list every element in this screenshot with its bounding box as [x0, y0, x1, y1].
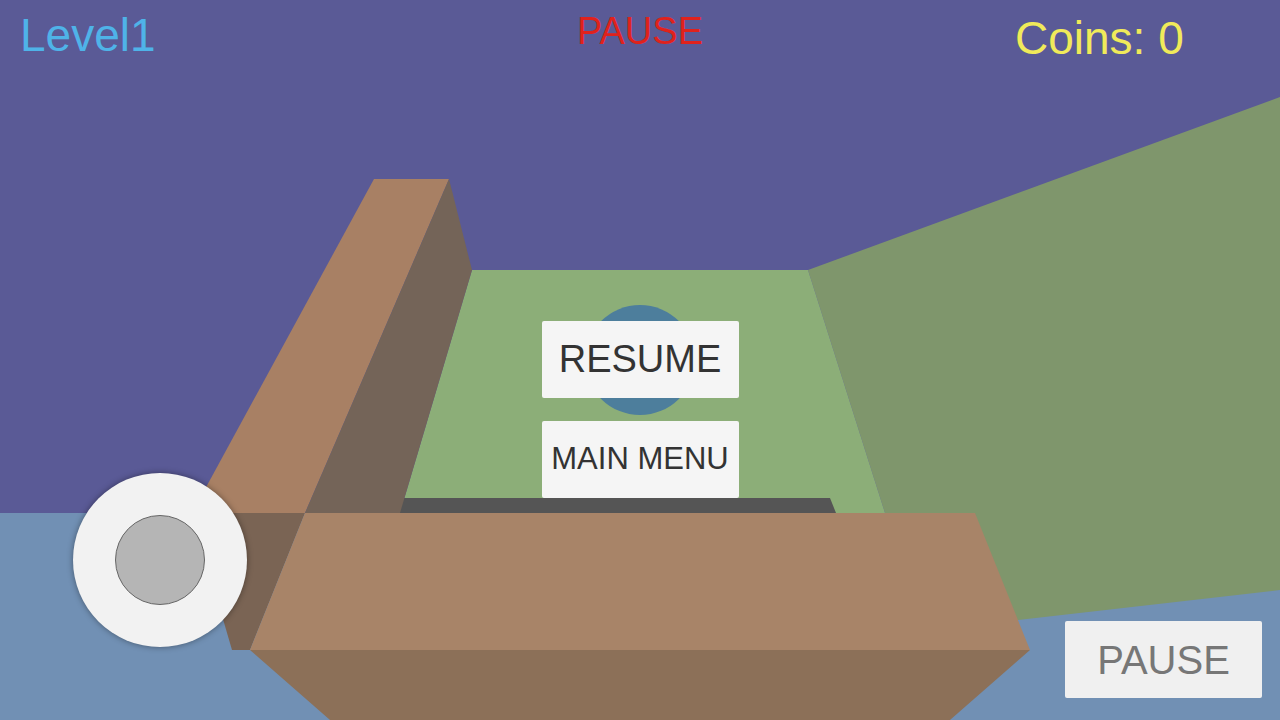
- game-screen: Level1 PAUSE Coins: 0 RESUME MAIN MENU PA…: [0, 0, 1280, 720]
- pause-title: PAUSE: [577, 12, 703, 50]
- pause-menu: RESUME MAIN MENU: [0, 321, 1280, 498]
- main-menu-button[interactable]: MAIN MENU: [542, 421, 739, 498]
- joystick-knob[interactable]: [115, 515, 205, 605]
- level-label: Level1: [20, 12, 156, 58]
- joystick[interactable]: [73, 473, 247, 647]
- pause-button[interactable]: PAUSE: [1065, 621, 1262, 698]
- coins-counter: Coins: 0: [1015, 15, 1184, 61]
- resume-button[interactable]: RESUME: [542, 321, 739, 398]
